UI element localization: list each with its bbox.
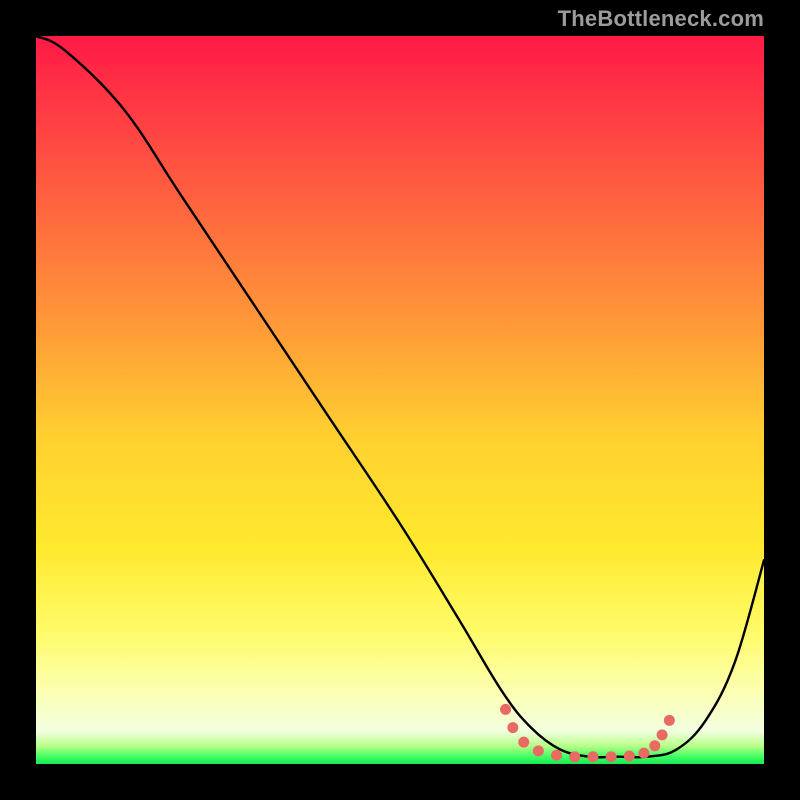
marker-dot: [551, 750, 562, 761]
watermark-text: TheBottleneck.com: [558, 6, 764, 32]
marker-dot: [507, 722, 518, 733]
chart-svg: [36, 36, 764, 764]
marker-dot: [624, 750, 635, 761]
marker-dot: [587, 751, 598, 762]
chart-background: [36, 36, 764, 764]
marker-dot: [638, 748, 649, 759]
marker-dot: [518, 737, 529, 748]
marker-dot: [649, 740, 660, 751]
marker-dot: [664, 715, 675, 726]
marker-dot: [533, 745, 544, 756]
marker-dot: [500, 704, 511, 715]
plot-area: [36, 36, 764, 764]
chart-frame: TheBottleneck.com: [0, 0, 800, 800]
marker-dot: [569, 751, 580, 762]
marker-dot: [606, 751, 617, 762]
marker-dot: [657, 729, 668, 740]
